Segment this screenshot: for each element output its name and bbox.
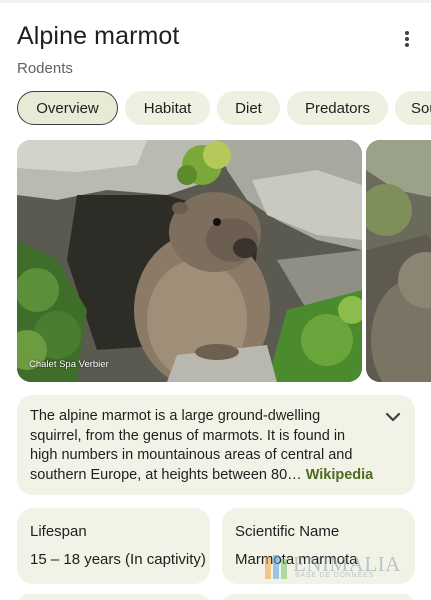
more-options-button[interactable] [393,25,421,53]
tab-habitat[interactable]: Habitat [125,91,210,125]
top-divider [0,0,431,3]
tab-diet[interactable]: Diet [217,91,280,125]
watermark-bars-icon [265,555,287,579]
tab-predators[interactable]: Predators [287,91,388,125]
wikipedia-link[interactable]: Wikipedia [306,467,374,483]
chevron-down-icon [385,412,401,422]
expand-description-button[interactable] [383,407,403,427]
more-vert-icon [405,31,409,47]
tab-bar: Overview Habitat Diet Predators Sou [17,91,431,125]
description-ellipsis: … [287,466,306,483]
marmot-photo [17,140,362,382]
page-subtitle: Rodents [17,60,73,77]
description-text: The alpine marmot is a large ground-dwel… [30,407,375,485]
tab-sources[interactable]: Sou [395,91,431,125]
description-card[interactable]: The alpine marmot is a large ground-dwel… [17,395,415,495]
next-card-right-peek [222,594,415,600]
next-card-left-peek [17,594,210,600]
page-title: Alpine marmot [17,22,180,50]
tab-overview[interactable]: Overview [17,91,118,125]
lifespan-value: 15 – 18 years (In captivity) [30,551,206,568]
watermark-logo: ENIMALIA BASE DE DONNÉES [263,552,413,582]
scientific-name-label: Scientific Name [235,523,340,540]
photo-credit: Chalet Spa Verbier [29,359,109,370]
lifespan-card[interactable]: Lifespan 15 – 18 years (In captivity) [17,508,210,584]
marmot-photo-2 [366,140,431,382]
gallery-photo-next[interactable] [366,140,431,382]
lifespan-label: Lifespan [30,523,87,540]
image-gallery[interactable]: Chalet Spa Verbier [17,140,431,382]
watermark-subtext: BASE DE DONNÉES [295,572,374,579]
gallery-photo-main[interactable]: Chalet Spa Verbier [17,140,362,382]
